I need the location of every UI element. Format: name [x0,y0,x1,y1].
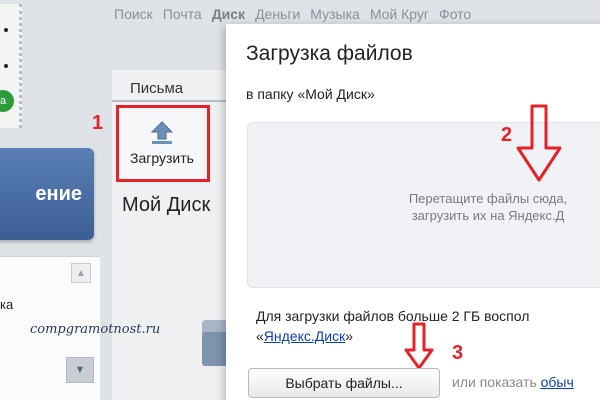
regular-upload-link[interactable]: обыч [541,374,574,390]
nav-search[interactable]: Поиск [114,6,153,28]
drop-instructions: Перетащите файлы сюда, загрузить их на Я… [368,190,600,224]
tab-letters[interactable]: Письма [130,80,183,97]
dialog-title: Загрузка файлов [246,42,413,65]
annotation-number-2: 2 [501,124,513,146]
disk-title: Мой Диск [122,194,211,216]
down-arrow-icon [404,322,434,370]
down-arrow-icon [516,104,562,182]
upload-dialog: Загрузка файлов в папку «Мой Диск» Перет… [226,24,600,400]
link-quote-close: » [345,328,353,344]
drop-line-1: Перетащите файлы сюда, [408,191,568,206]
compose-button[interactable]: ение [0,148,94,240]
large-files-note: Для загрузки файлов больше 2 ГБ воспол «… [256,306,529,346]
stamp-dot [4,28,8,32]
dialog-subtitle: в папку «Мой Диск» [246,86,375,102]
stamp-dot [4,64,8,68]
compose-label: ение [35,182,82,205]
scroll-up-icon[interactable]: ▲ [71,263,91,283]
or-show-text: или показать [452,374,541,390]
watermark-text: compgramotnost.ru [30,322,161,337]
annotation-box [116,105,210,182]
yandex-disk-link[interactable]: Яндекс.Диск [264,328,345,344]
drop-line-2: загрузить их на Яндекс.Д [411,208,565,223]
annotation-number-3: 3 [452,342,464,364]
green-badge-icon: a [0,90,14,112]
stamp-logo: a [0,4,22,128]
scroll-down-icon[interactable]: ▼ [66,357,94,383]
link-quote-open: « [256,328,264,344]
folder-label[interactable]: ка [0,297,13,312]
nav-mail[interactable]: Почта [163,6,202,28]
choose-files-button[interactable]: Выбрать файлы... [248,368,440,398]
annotation-number-1: 1 [92,112,104,134]
large-files-text: Для загрузки файлов больше 2 ГБ воспол [256,308,530,324]
alternative-upload: или показать обыч [452,374,574,390]
